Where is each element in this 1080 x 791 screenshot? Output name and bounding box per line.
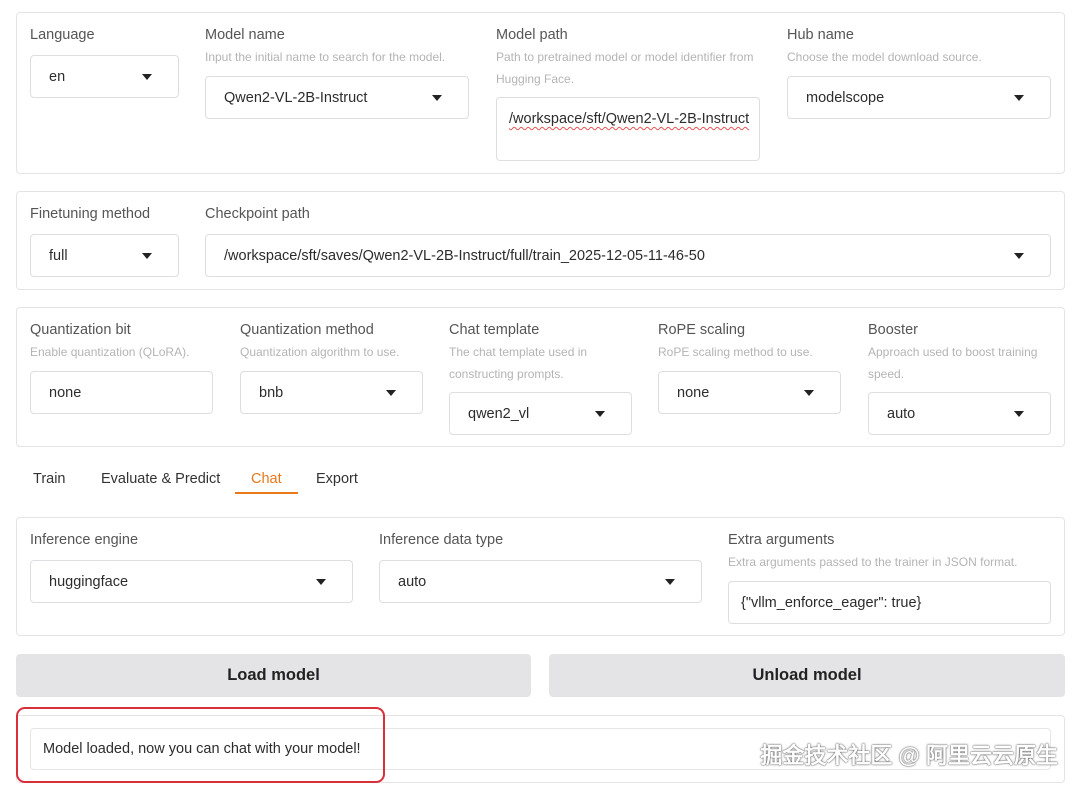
chevron-down-icon <box>595 410 605 417</box>
chevron-down-icon <box>432 94 442 101</box>
finetuning-method-field: Finetuning method <box>30 205 190 223</box>
rope-scaling-value: none <box>677 384 710 401</box>
inference-dtype-dropdown[interactable]: auto <box>379 560 702 603</box>
chevron-down-icon <box>1014 252 1024 259</box>
language-value: en <box>49 68 66 85</box>
model-name-value: Qwen2-VL-2B-Instruct <box>224 89 368 106</box>
extra-arguments-label: Extra arguments <box>728 532 835 548</box>
checkpoint-path-value: /workspace/sft/saves/Qwen2-VL-2B-Instruc… <box>224 247 705 264</box>
quantization-method-label: Quantization method <box>240 322 374 338</box>
inference-engine-value: huggingface <box>49 573 129 590</box>
chat-template-info: The chat template used in constructing p… <box>449 345 588 381</box>
chevron-down-icon <box>142 73 152 80</box>
checkpoint-path-field: Checkpoint path <box>205 205 605 223</box>
finetuning-method-dropdown[interactable]: full <box>30 234 179 277</box>
inference-dtype-label: Inference data type <box>379 532 504 548</box>
language-field: Language <box>30 26 180 44</box>
inference-engine-field: Inference engine <box>30 531 330 549</box>
booster-field: Booster Approach used to boost training … <box>868 321 1051 385</box>
watermark: 掘金技术社区 @ 阿里云云原生 <box>760 743 1058 768</box>
tab-export[interactable]: Export <box>316 469 358 489</box>
model-path-label: Model path <box>496 27 568 43</box>
booster-info: Approach used to boost training speed. <box>868 345 1038 381</box>
chevron-down-icon <box>1014 94 1024 101</box>
quantization-method-dropdown[interactable]: bnb <box>240 371 423 414</box>
inference-dtype-field: Inference data type <box>379 531 679 549</box>
quantization-bit-value: none <box>49 384 82 401</box>
booster-dropdown[interactable]: auto <box>868 392 1051 435</box>
language-label: Language <box>30 27 95 43</box>
hub-name-field: Hub name Choose the model download sourc… <box>787 26 1052 68</box>
tab-chat[interactable]: Chat <box>251 469 282 489</box>
model-name-info: Input the initial name to search for the… <box>205 50 446 64</box>
quantization-bit-info: Enable quantization (QLoRA). <box>30 345 190 359</box>
chevron-down-icon <box>804 389 814 396</box>
booster-value: auto <box>887 405 916 422</box>
rope-scaling-dropdown[interactable]: none <box>658 371 841 414</box>
extra-arguments-info: Extra arguments passed to the trainer in… <box>728 555 1018 569</box>
chat-template-dropdown[interactable]: qwen2_vl <box>449 392 632 435</box>
checkpoint-path-label: Checkpoint path <box>205 206 310 222</box>
rope-scaling-label: RoPE scaling <box>658 322 746 338</box>
checkpoint-path-dropdown[interactable]: /workspace/sft/saves/Qwen2-VL-2B-Instruc… <box>205 234 1051 277</box>
chat-template-value: qwen2_vl <box>468 405 530 422</box>
rope-scaling-field: RoPE scaling RoPE scaling method to use. <box>658 321 848 363</box>
model-name-label: Model name <box>205 27 285 43</box>
extra-arguments-input[interactable]: {"vllm_enforce_eager": true} <box>728 581 1051 624</box>
highlight-annotation <box>16 707 385 783</box>
booster-label: Booster <box>868 322 918 338</box>
hub-name-label: Hub name <box>787 27 854 43</box>
extra-arguments-field: Extra arguments Extra arguments passed t… <box>728 531 1058 573</box>
chevron-down-icon <box>665 578 675 585</box>
model-path-info: Path to pretrained model or model identi… <box>496 50 754 86</box>
load-model-button[interactable]: Load model <box>16 654 531 697</box>
chat-template-field: Chat template The chat template used in … <box>449 321 609 385</box>
chevron-down-icon <box>316 578 326 585</box>
inference-engine-dropdown[interactable]: huggingface <box>30 560 353 603</box>
chevron-down-icon <box>142 252 152 259</box>
tab-train[interactable]: Train <box>33 469 66 489</box>
language-dropdown[interactable]: en <box>30 55 179 98</box>
hub-name-info: Choose the model download source. <box>787 50 982 64</box>
hub-name-value: modelscope <box>806 89 885 106</box>
active-tab-indicator <box>235 492 298 494</box>
finetuning-method-value: full <box>49 247 68 264</box>
hub-name-dropdown[interactable]: modelscope <box>787 76 1051 119</box>
quantization-method-info: Quantization algorithm to use. <box>240 345 400 359</box>
tab-evaluate-predict[interactable]: Evaluate & Predict <box>101 469 220 489</box>
quantization-bit-field: Quantization bit Enable quantization (QL… <box>30 321 215 363</box>
quantization-bit-dropdown[interactable]: none <box>30 371 213 414</box>
inference-engine-label: Inference engine <box>30 532 139 548</box>
inference-dtype-value: auto <box>398 573 427 590</box>
unload-model-button[interactable]: Unload model <box>549 654 1065 697</box>
chevron-down-icon <box>1014 410 1024 417</box>
model-path-input[interactable]: /workspace/sft/Qwen2-VL-2B-Instruct <box>496 97 760 161</box>
chat-template-label: Chat template <box>449 322 540 338</box>
model-path-value: /workspace/sft/Qwen2-VL-2B-Instruct <box>509 111 750 127</box>
rope-scaling-info: RoPE scaling method to use. <box>658 345 813 359</box>
model-name-dropdown[interactable]: Qwen2-VL-2B-Instruct <box>205 76 469 119</box>
chevron-down-icon <box>386 389 396 396</box>
finetuning-method-label: Finetuning method <box>30 206 151 222</box>
extra-arguments-value: {"vllm_enforce_eager": true} <box>741 594 922 611</box>
model-path-field: Model path Path to pretrained model or m… <box>496 26 756 90</box>
model-name-field: Model name Input the initial name to sea… <box>205 26 470 68</box>
quantization-method-field: Quantization method Quantization algorit… <box>240 321 430 363</box>
quantization-bit-label: Quantization bit <box>30 322 131 338</box>
quantization-method-value: bnb <box>259 384 284 401</box>
